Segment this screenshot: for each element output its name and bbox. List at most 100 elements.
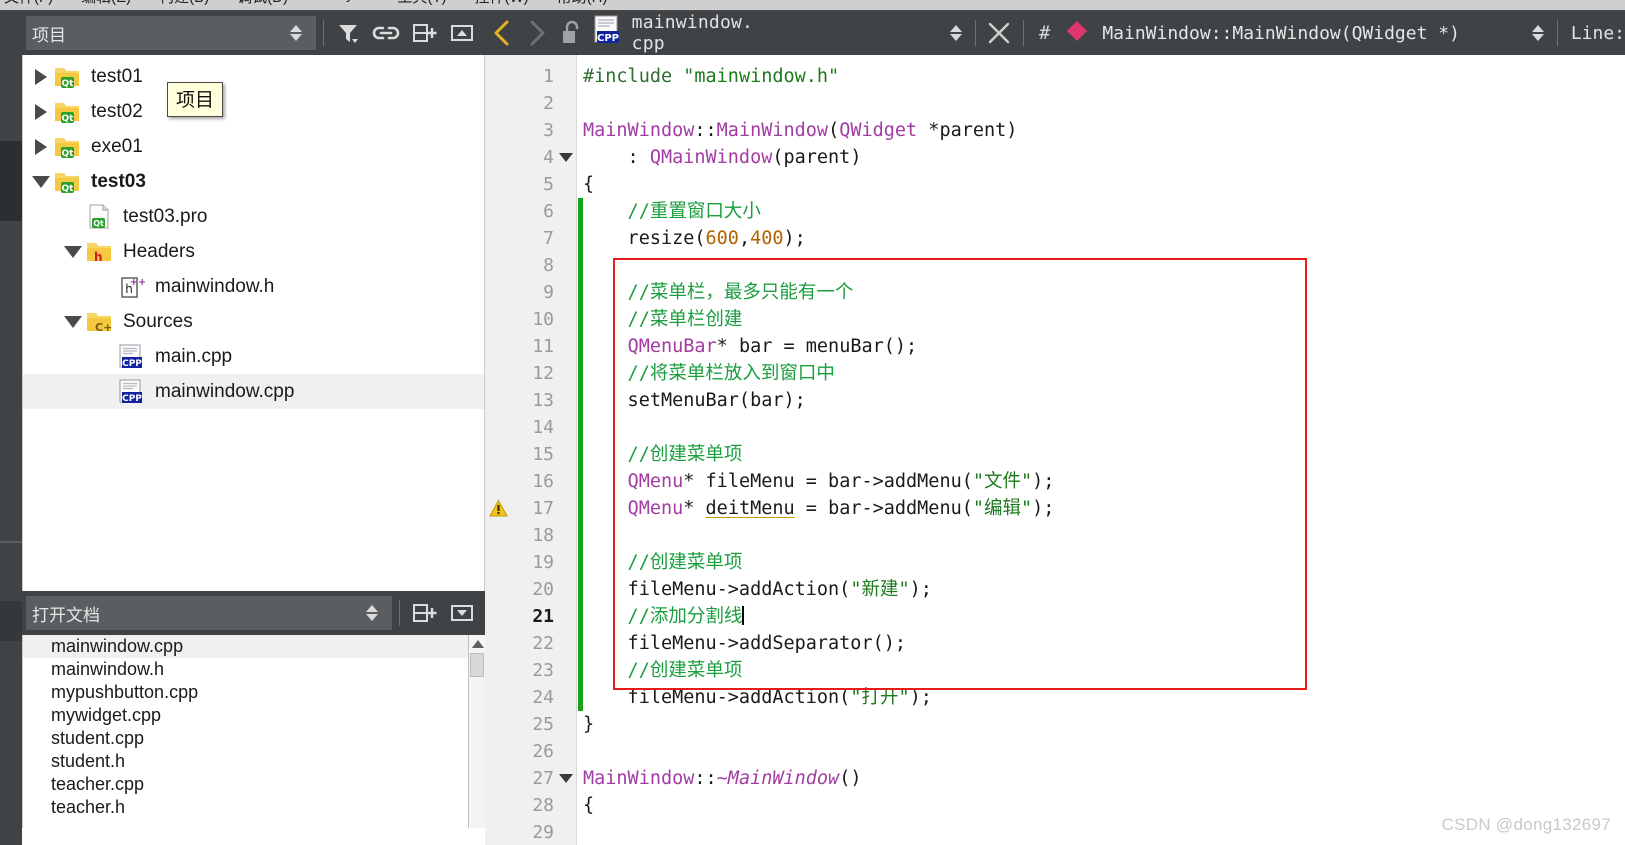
code-token: "编辑" [972,498,1033,519]
scrollbar-thumb[interactable] [470,653,484,677]
fold-arrow-icon[interactable] [556,144,576,171]
menubar-item[interactable]: 文件(F) [4,0,53,7]
code-token: fileMenu->addAction( [583,579,851,600]
tree-item-exe01[interactable]: Qt exe01 [23,129,484,164]
open-documents-scrollbar[interactable] [468,635,485,828]
add-split-icon[interactable] [405,14,443,52]
current-symbol-name: MainWindow::MainWindow(QWidget *) [1102,22,1460,44]
tree-item-label: exe01 [91,135,143,157]
open-document-item[interactable]: mywidget.cpp [23,704,485,727]
symbol-hash-button[interactable]: # [1029,22,1060,44]
code-line: //创建菜单项 [583,441,1625,468]
mode-selector-strip[interactable] [0,11,22,845]
code-token: () [839,768,862,789]
tree-item-main-cpp[interactable]: CPP main.cpp [23,339,484,374]
code-line: MainWindow::~MainWindow() [583,765,1625,792]
project-tree[interactable]: Qt test01 Qt test02 Qt exe01 Qt test03 Qt test03.… [22,55,485,591]
chevron-right-icon[interactable] [29,129,53,164]
tree-item-test02[interactable]: Qt test02 [23,94,484,129]
tree-item-headers[interactable]: h Headers [23,234,484,269]
code-token: "打开" [850,687,910,708]
chevron-down-icon[interactable] [29,164,53,199]
link-with-editor-icon[interactable] [367,14,405,52]
open-document-item[interactable]: student.cpp [23,727,485,750]
tree-item-mainwindow-cpp[interactable]: CPP mainwindow.cpp [23,374,484,409]
open-document-item[interactable]: teacher.cpp [23,773,485,796]
tree-item-test03-pro[interactable]: Qt test03.pro [23,199,484,234]
menubar-item[interactable]: 工具(T) [397,0,446,7]
tree-item-label: test03 [91,170,146,192]
code-line: //创建菜单项 [583,549,1625,576]
code-line: #include "mainwindow.h" [583,63,1625,90]
menubar-item[interactable]: 帮助(H) [557,0,608,7]
code-line: fileMenu->addAction("打开"); [583,684,1625,711]
open-document-item[interactable]: mainwindow.h [23,658,485,681]
code-line: QMenu* deitMenu = bar->addMenu("编辑"); [583,495,1625,522]
code-line: //添加分割线 [583,603,1625,630]
projects-combo-spinner-icon[interactable] [282,25,310,41]
menubar-item[interactable]: 控件(W) [475,0,529,7]
navigate-forward-icon[interactable] [519,11,553,55]
code-line: //将菜单栏放入到窗口中 [583,360,1625,387]
navigate-back-icon[interactable] [485,11,519,55]
code-token: ( [828,120,840,141]
tree-item-test03[interactable]: Qt test03 [23,164,484,199]
open-document-item[interactable]: teacher.h [23,796,485,819]
warning-icon[interactable] [489,499,508,518]
chevron-right-icon[interactable] [29,59,53,94]
fold-arrow-icon[interactable] [556,765,576,792]
projects-view-combo[interactable]: 项目 [26,16,316,50]
open-document-item[interactable]: student.h [23,750,485,773]
close-panel-icon[interactable] [443,594,481,632]
tree-item-test01[interactable]: Qt test01 [23,59,484,94]
open-document-item[interactable]: mypushbutton.cpp [23,681,485,704]
close-panel-icon[interactable] [443,14,481,52]
open-documents-list[interactable]: mainwindow.cpp mainwindow.h mypushbutton.c… [22,635,485,828]
scroll-up-arrow-icon[interactable] [469,635,485,652]
add-split-icon[interactable] [405,594,443,632]
open-documents-spinner-icon[interactable] [358,605,386,621]
menubar-item[interactable]: 调试(D) [237,0,288,7]
menubar-item[interactable]: 构建(B) [159,0,209,7]
open-document-item[interactable]: mainwindow.cpp [23,635,485,658]
code-editor[interactable]: 1 2 3 4 5 6 7 8 9 10 11 12 13 14 15 16 17 18 19 20 21 22 23 24 2… [485,55,1625,845]
watermark: CSDN @dong132697 [1441,815,1611,834]
chevron-down-icon[interactable] [61,304,85,339]
code-token: ~MainWindow [716,768,840,789]
unlocked-padlock-icon[interactable] [553,11,587,55]
code-token: MainWindow [716,120,829,141]
open-documents-combo[interactable]: 打开文档 [26,596,392,630]
left-dock: 项目 Qt test01 Qt test02 Qt exe01 Qt test0… [22,11,485,845]
line-number: 28 [532,795,554,816]
symbol-selector-spinner-icon[interactable] [1524,25,1552,41]
chevron-right-icon[interactable] [29,94,53,129]
code-token: { [583,795,595,816]
code-token: QMenuBar [627,336,717,357]
line-number: 26 [532,741,554,762]
menubar-item[interactable]: Analyze [316,0,369,7]
code-line: resize(600,400); [583,225,1625,252]
code-token: //创建菜单项 [583,660,743,681]
current-file-selector[interactable]: CPP mainwindow. cpp [588,11,772,55]
chevron-down-icon[interactable] [61,234,85,269]
menubar-strip: 文件(F) 编辑(E) 构建(B) 调试(D) Analyze 工具(T) 控件(W) 帮助(… [0,0,1625,11]
filter-icon[interactable] [329,14,367,52]
editor-gutter[interactable]: 1 2 3 4 5 6 7 8 9 10 11 12 13 14 15 16 17 18 19 20 21 22 23 24 2… [485,55,577,845]
close-document-icon[interactable] [980,11,1018,55]
code-token: (parent) [772,147,862,168]
code-area[interactable]: #include "mainwindow.h" MainWindow::MainW… [583,55,1625,845]
line-number: 12 [532,363,554,384]
tree-item-sources[interactable]: C+ Sources [23,304,484,339]
tree-item-label: test02 [91,100,143,122]
file-selector-spinner-icon[interactable] [942,25,970,41]
tree-item-mainwindow-h[interactable]: h ++ mainwindow.h [23,269,484,304]
line-number: 10 [532,309,554,330]
symbol-selector[interactable]: MainWindow::MainWindow(QWidget *) [1060,11,1464,55]
code-token: * [683,498,706,519]
code-token: QMainWindow [649,147,773,168]
menubar-item[interactable]: 编辑(E) [81,0,131,7]
code-token: MainWindow [583,768,695,789]
